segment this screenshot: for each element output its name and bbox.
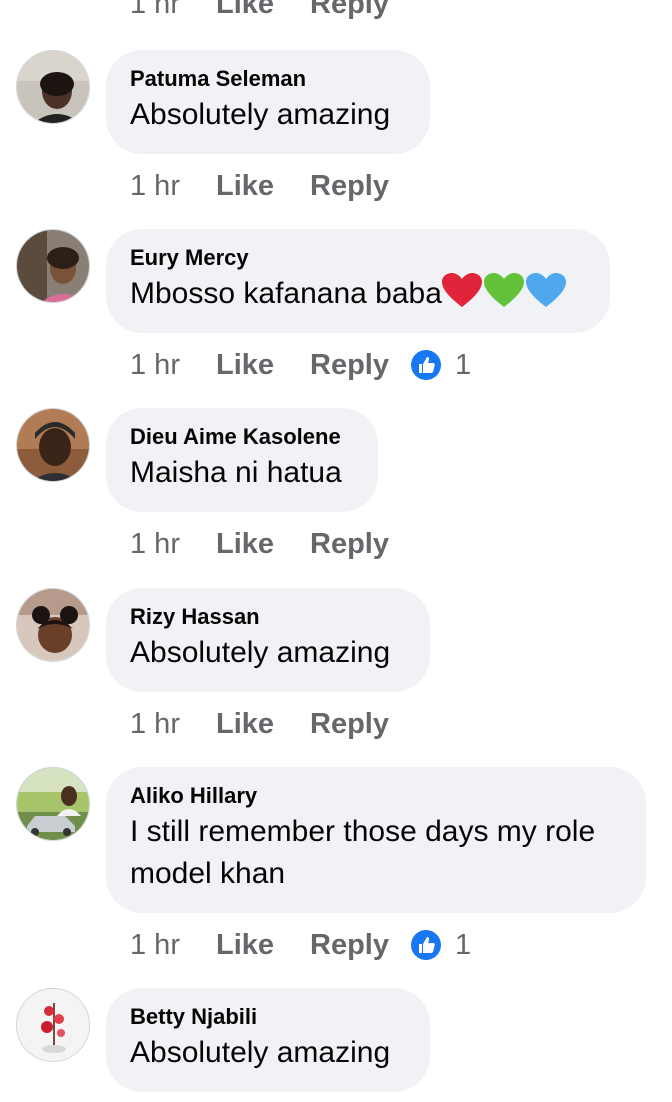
comment-text: Absolutely amazing — [130, 636, 391, 669]
comment-actions: 1 hr Like Reply 1 — [130, 925, 471, 965]
comment-author[interactable]: Aliko Hillary — [130, 783, 622, 809]
comment-bubble: Eury Mercy Mbosso kafanana baba — [106, 229, 610, 333]
reply-button[interactable]: Reply — [310, 0, 389, 21]
like-button[interactable]: Like — [216, 349, 274, 382]
comment-text: Absolutely amazing — [130, 98, 391, 131]
blue-heart-icon — [525, 273, 566, 307]
comment-text: Absolutely amazing — [130, 1036, 391, 1069]
reply-button[interactable]: Reply — [310, 929, 389, 962]
comment-bubble: Rizy Hassan Absolutely amazing — [106, 588, 430, 692]
green-heart-icon — [483, 273, 524, 307]
reaction-summary[interactable]: 1 — [411, 349, 471, 382]
comment-time: 1 hr — [130, 527, 180, 560]
reply-button[interactable]: Reply — [310, 170, 389, 203]
like-reaction-icon — [411, 930, 441, 960]
like-button[interactable]: Like — [216, 929, 274, 962]
comment-author[interactable]: Betty Njabili — [130, 1004, 406, 1030]
comment-actions-partial: 1 hr Like Reply — [130, 0, 389, 22]
comment-author[interactable]: Eury Mercy — [130, 245, 586, 271]
hearts-icon — [441, 273, 566, 307]
comment-time: 1 hr — [130, 0, 180, 20]
avatar[interactable] — [16, 588, 90, 662]
comment-actions: 1 hr Like Reply 1 — [130, 345, 471, 385]
comment-actions: 1 hr Like Reply — [130, 704, 389, 744]
reply-button[interactable]: Reply — [310, 349, 389, 382]
comment-time: 1 hr — [130, 928, 180, 961]
heart-emojis — [441, 273, 566, 321]
comment-author[interactable]: Dieu Aime Kasolene — [130, 424, 354, 450]
reply-button[interactable]: Reply — [310, 528, 389, 561]
comment-author[interactable]: Patuma Seleman — [130, 66, 406, 92]
comment-text: Mbosso kafanana baba — [130, 273, 586, 321]
avatar[interactable] — [16, 408, 90, 482]
comment-bubble: Betty Njabili Absolutely amazing — [106, 988, 430, 1092]
avatar[interactable] — [16, 767, 90, 841]
comment-time: 1 hr — [130, 169, 180, 202]
comment-time: 1 hr — [130, 348, 180, 381]
like-button[interactable]: Like — [216, 0, 274, 21]
comment-author[interactable]: Rizy Hassan — [130, 604, 406, 630]
reply-button[interactable]: Reply — [310, 708, 389, 741]
comment-bubble: Aliko Hillary I still remember those day… — [106, 767, 646, 913]
like-button[interactable]: Like — [216, 170, 274, 203]
comment-text-body: Mbosso kafanana baba — [130, 277, 442, 310]
reaction-count: 1 — [455, 928, 472, 961]
reaction-summary[interactable]: 1 — [411, 929, 471, 962]
comment-bubble: Dieu Aime Kasolene Maisha ni hatua — [106, 408, 378, 512]
comment-actions: 1 hr Like Reply — [130, 524, 389, 564]
reaction-count: 1 — [455, 348, 472, 381]
like-reaction-icon — [411, 350, 441, 380]
avatar[interactable] — [16, 988, 90, 1062]
red-heart-icon — [441, 273, 482, 307]
like-button[interactable]: Like — [216, 708, 274, 741]
avatar[interactable] — [16, 50, 90, 124]
comment-bubble: Patuma Seleman Absolutely amazing — [106, 50, 430, 154]
comment-actions: 1 hr Like Reply — [130, 166, 389, 206]
avatar[interactable] — [16, 229, 90, 303]
comment-text: I still remember those days my role mode… — [130, 815, 596, 890]
comment-text: Maisha ni hatua — [130, 456, 342, 489]
like-button[interactable]: Like — [216, 528, 274, 561]
comment-time: 1 hr — [130, 707, 180, 740]
